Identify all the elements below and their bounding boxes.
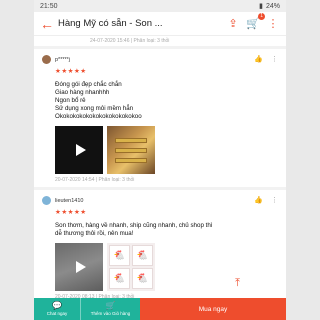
review-item: lieuten1410 👍 ⋮ ★★★★★ Son thơm, hàng về … (34, 190, 286, 304)
chat-button[interactable]: 💬 Chat ngay (34, 298, 80, 320)
cart-add-icon: 🛒 (105, 301, 116, 310)
play-icon (75, 261, 86, 273)
avatar (42, 196, 51, 205)
avatar (42, 55, 51, 64)
chat-label: Chat ngay (46, 311, 68, 316)
review-media (55, 126, 278, 174)
review-item: p*****j 👍 ⋮ ★★★★★ Đóng gói đẹp chắc chắn… (34, 49, 286, 187)
scroll-to-top-icon[interactable]: ⤒ (235, 277, 240, 290)
review-line: Ngon bổ rẻ (55, 97, 86, 104)
add-to-cart-label: Thêm vào Giỏ hàng (90, 311, 131, 316)
bottom-action-bar: 💬 Chat ngay 🛒 Thêm vào Giỏ hàng Mua ngay (34, 298, 286, 320)
buy-now-button[interactable]: Mua ngay (140, 298, 286, 320)
more-options-icon[interactable]: ⋮ (271, 196, 278, 204)
review-video[interactable] (55, 243, 103, 291)
review-actions: 👍 ⋮ (254, 55, 278, 63)
review-photo[interactable] (107, 126, 155, 174)
review-date: 20-07-2020 14:54 | Phân loại: 3 thỏi (55, 177, 135, 183)
lipstick-shape (115, 158, 147, 163)
review-media: 🐔 🐔 🐔 🐔 (55, 243, 278, 291)
previous-review-meta: 24-07-2020 15:46 | Phân loại: 3 thỏi (90, 38, 170, 44)
review-photo[interactable]: 🐔 🐔 🐔 🐔 (107, 243, 155, 291)
signal-icon: ▮ (259, 3, 263, 10)
sticker-image: 🐔 (132, 268, 153, 289)
like-icon[interactable]: 👍 (254, 196, 263, 204)
review-video[interactable] (55, 126, 103, 174)
review-header: lieuten1410 (42, 196, 278, 205)
review-actions: 👍 ⋮ (254, 196, 278, 204)
like-icon[interactable]: 👍 (254, 55, 263, 63)
status-bar: 21:50 ▮ 24% (34, 0, 286, 12)
more-options-icon[interactable]: ⋮ (271, 55, 278, 63)
review-text: Son thơm, hàng về nhanh, ship cũng nhanh… (55, 222, 278, 238)
top-header: ← Hàng Mỹ có sẵn - Son ... ⇪ 🛒 1 ⋮ (34, 12, 286, 36)
review-username: p*****j (55, 56, 70, 63)
status-time: 21:50 (40, 2, 58, 10)
app-frame: 21:50 ▮ 24% ← Hàng Mỹ có sẵn - Son ... ⇪… (34, 0, 286, 320)
play-icon (75, 144, 86, 156)
page-title: Hàng Mỹ có sẵn - Son ... (58, 18, 163, 29)
review-line: Đóng gói đẹp chắc chắn (55, 81, 122, 88)
cart-count-badge: 1 (258, 13, 265, 20)
lipstick-shape (115, 148, 147, 153)
sticker-image: 🐔 (132, 245, 153, 266)
review-header: p*****j (42, 55, 278, 64)
sticker-image: 🐔 (109, 245, 130, 266)
back-arrow-icon[interactable]: ← (40, 16, 54, 32)
cart-icon[interactable]: 🛒 1 (246, 13, 265, 30)
review-line: Giao hàng nhanhhh (55, 89, 110, 96)
share-icon[interactable]: ⇪ (226, 17, 240, 30)
lipstick-shape (115, 138, 147, 143)
sticker-image: 🐔 (109, 268, 130, 289)
chat-icon: 💬 (52, 301, 62, 310)
review-line: Son thơm, hàng về nhanh, ship cũng nhanh… (55, 222, 213, 229)
star-rating: ★★★★★ (55, 209, 87, 216)
review-text: Đóng gói đẹp chắc chắn Giao hàng nhanhhh… (55, 81, 278, 121)
star-rating: ★★★★★ (55, 68, 87, 75)
review-line: dễ thương thôi rồi, nên mua! (55, 230, 134, 237)
review-line: Sử dụng xong môi mềm hẳn (55, 105, 134, 112)
status-right: ▮ 24% (259, 2, 280, 11)
battery-level: 24% (265, 2, 280, 10)
review-line: Okokokokokokokokokokokokoo (55, 113, 142, 120)
add-to-cart-button[interactable]: 🛒 Thêm vào Giỏ hàng (80, 298, 140, 320)
review-username: lieuten1410 (55, 197, 84, 204)
more-menu-icon[interactable]: ⋮ (266, 17, 280, 30)
